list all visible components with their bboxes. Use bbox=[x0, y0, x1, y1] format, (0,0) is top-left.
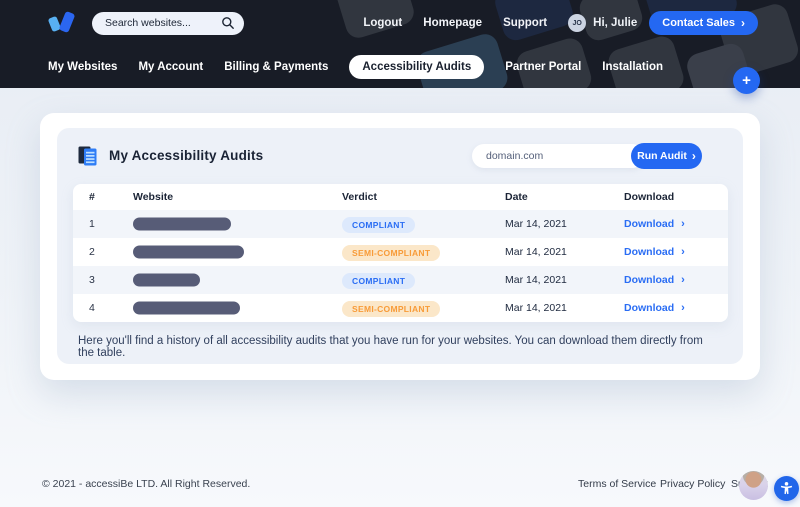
row-number: 2 bbox=[89, 246, 95, 258]
table-row: 3 COMPLIANT Mar 14, 2021 Download › bbox=[73, 266, 728, 294]
support-agent-avatar[interactable] bbox=[739, 471, 768, 500]
download-label: Download bbox=[624, 246, 674, 258]
support-link[interactable]: Support bbox=[503, 17, 547, 29]
nav-my-websites[interactable]: My Websites bbox=[48, 61, 117, 73]
search-icon bbox=[221, 16, 235, 30]
website-placeholder-bar bbox=[133, 274, 200, 287]
chevron-right-icon: › bbox=[681, 303, 685, 314]
website-placeholder-bar bbox=[133, 302, 240, 315]
col-verdict: Verdict bbox=[342, 191, 377, 203]
chevron-right-icon: › bbox=[681, 247, 685, 258]
page-title: My Accessibility Audits bbox=[109, 148, 263, 163]
nav-partner-portal[interactable]: Partner Portal bbox=[505, 61, 581, 73]
download-label: Download bbox=[624, 302, 674, 314]
top-header: Logout Homepage Support JO Hi, Julie Con… bbox=[0, 0, 800, 88]
download-label: Download bbox=[624, 274, 674, 286]
document-icon bbox=[77, 145, 99, 167]
audit-date: Mar 14, 2021 bbox=[505, 274, 567, 286]
download-link[interactable]: Download › bbox=[624, 302, 685, 314]
table-row: 2 SEMI-COMPLIANT Mar 14, 2021 Download › bbox=[73, 238, 728, 266]
download-link[interactable]: Download › bbox=[624, 246, 685, 258]
contact-sales-button[interactable]: Contact Sales › bbox=[649, 11, 758, 35]
accessibility-person-icon bbox=[778, 480, 795, 497]
add-button[interactable]: + bbox=[733, 67, 760, 94]
col-download: Download bbox=[624, 191, 674, 203]
run-audit-button[interactable]: Run Audit › bbox=[631, 143, 702, 169]
verdict-badge: COMPLIANT bbox=[342, 273, 415, 289]
nav-installation[interactable]: Installation bbox=[602, 61, 663, 73]
audit-date: Mar 14, 2021 bbox=[505, 302, 567, 314]
col-date: Date bbox=[505, 191, 528, 203]
audits-card: My Accessibility Audits Run Audit › # We… bbox=[40, 113, 760, 380]
user-avatar[interactable]: JO bbox=[568, 14, 586, 32]
audits-description: Here you'll find a history of all access… bbox=[78, 335, 715, 359]
verdict-badge: COMPLIANT bbox=[342, 217, 415, 233]
header-top-row: Logout Homepage Support JO Hi, Julie Con… bbox=[0, 0, 800, 46]
contact-sales-label: Contact Sales bbox=[662, 17, 735, 29]
page: Logout Homepage Support JO Hi, Julie Con… bbox=[0, 0, 800, 507]
website-placeholder-bar bbox=[133, 246, 244, 259]
accessibility-widget-button[interactable] bbox=[774, 476, 799, 501]
table-header-row: # Website Verdict Date Download bbox=[73, 184, 728, 210]
user-greeting: Hi, Julie bbox=[593, 17, 637, 29]
search-input-pill[interactable] bbox=[92, 12, 244, 35]
chevron-right-icon: › bbox=[681, 219, 685, 230]
row-number: 3 bbox=[89, 274, 95, 286]
row-number: 4 bbox=[89, 302, 95, 314]
table-row: 4 SEMI-COMPLIANT Mar 14, 2021 Download › bbox=[73, 294, 728, 322]
run-audit-label: Run Audit bbox=[637, 150, 687, 162]
header-links: Logout Homepage Support bbox=[363, 17, 547, 29]
main-nav: My Websites My Account Billing & Payment… bbox=[0, 46, 800, 88]
domain-input[interactable] bbox=[472, 144, 644, 168]
website-placeholder-bar bbox=[133, 218, 231, 231]
terms-of-service-link[interactable]: Terms of Service bbox=[578, 478, 656, 490]
audit-date: Mar 14, 2021 bbox=[505, 246, 567, 258]
audit-date: Mar 14, 2021 bbox=[505, 218, 567, 230]
audits-card-inner: My Accessibility Audits Run Audit › # We… bbox=[57, 128, 743, 364]
download-label: Download bbox=[624, 218, 674, 230]
col-website: Website bbox=[133, 191, 173, 203]
copyright-text: © 2021 - accessiBe LTD. All Right Reserv… bbox=[42, 478, 250, 490]
search-input[interactable] bbox=[105, 17, 221, 29]
download-link[interactable]: Download › bbox=[624, 218, 685, 230]
download-link[interactable]: Download › bbox=[624, 274, 685, 286]
nav-billing-payments[interactable]: Billing & Payments bbox=[224, 61, 328, 73]
audits-table: # Website Verdict Date Download 1 COMPLI… bbox=[73, 184, 728, 322]
nav-accessibility-audits[interactable]: Accessibility Audits bbox=[349, 55, 484, 79]
homepage-link[interactable]: Homepage bbox=[423, 17, 482, 29]
logout-link[interactable]: Logout bbox=[363, 17, 402, 29]
accessibe-logo-icon[interactable] bbox=[46, 10, 76, 37]
run-audit-controls: Run Audit › bbox=[472, 143, 702, 169]
nav-my-account[interactable]: My Account bbox=[138, 61, 203, 73]
chevron-right-icon: › bbox=[681, 275, 685, 286]
chevron-right-icon: › bbox=[741, 17, 745, 29]
privacy-policy-link[interactable]: Privacy Policy bbox=[660, 478, 725, 490]
row-number: 1 bbox=[89, 218, 95, 230]
verdict-badge: SEMI-COMPLIANT bbox=[342, 245, 440, 261]
chevron-right-icon: › bbox=[692, 150, 696, 162]
verdict-badge: SEMI-COMPLIANT bbox=[342, 301, 440, 317]
table-row: 1 COMPLIANT Mar 14, 2021 Download › bbox=[73, 210, 728, 238]
col-number: # bbox=[89, 191, 95, 203]
